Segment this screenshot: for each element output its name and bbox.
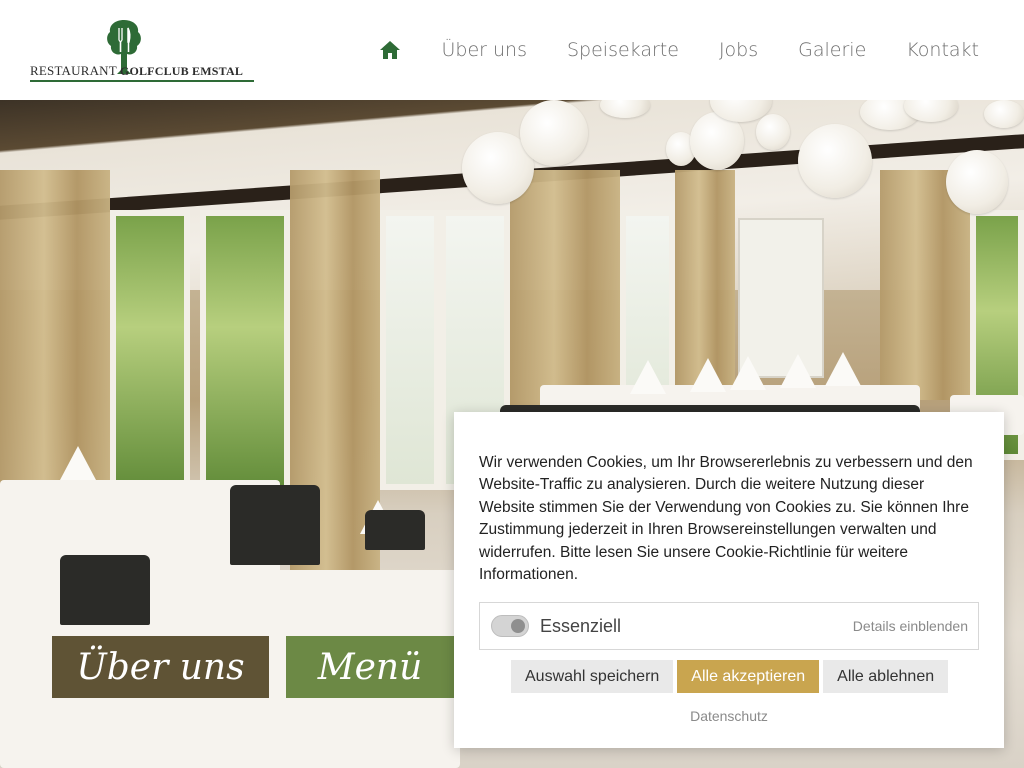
photo-chair [60, 555, 150, 625]
site-header: RESTAURANT GOLFCLUB EMSTAL Über uns Speis… [0, 0, 1024, 100]
cookie-consent-dialog: Wir verwenden Cookies, um Ihr Browsererl… [454, 412, 1004, 748]
photo-napkin [730, 356, 766, 390]
nav-item-galerie[interactable]: Galerie [798, 36, 866, 64]
photo-napkin [825, 352, 861, 386]
accept-all-button[interactable]: Alle akzeptieren [677, 660, 820, 693]
photo-lantern [946, 150, 1008, 214]
reject-all-button[interactable]: Alle ablehnen [823, 660, 949, 693]
photo-napkin [780, 354, 816, 388]
nav-item-kontakt[interactable]: Kontakt [906, 36, 979, 64]
logo-word-restaurant: RESTAURANT [30, 63, 117, 78]
essential-toggle[interactable] [491, 615, 529, 637]
cookie-category-label: Essenziell [540, 616, 622, 636]
photo-napkin [690, 358, 726, 392]
photo-napkin [630, 360, 666, 394]
privacy-policy-link[interactable]: Datenschutz [454, 708, 1004, 724]
save-selection-button[interactable]: Auswahl speichern [511, 660, 674, 693]
hero-menu-button[interactable]: Menü [286, 636, 454, 698]
details-show-link[interactable]: Details einblenden [853, 618, 968, 634]
nav-item-speisekarte[interactable]: Speisekarte [567, 36, 679, 64]
photo-chair [365, 510, 425, 550]
photo-lantern [798, 124, 872, 198]
logo-word-golfclub: GOLFCLUB EMSTAL [119, 64, 244, 78]
home-icon [379, 41, 400, 59]
cookie-category-essential: Essenziell Details einblenden [479, 602, 979, 650]
main-navigation: Über uns Speisekarte Jobs Galerie Kontak… [378, 36, 979, 64]
photo-window [380, 210, 440, 490]
photo-lantern [756, 114, 790, 150]
cookie-button-group: Auswahl speichern Alle akzeptieren Alle … [511, 660, 952, 693]
photo-lantern [520, 100, 588, 166]
nav-home-link[interactable] [378, 38, 402, 62]
hero-about-button[interactable]: Über uns [52, 636, 269, 698]
site-logo[interactable]: RESTAURANT GOLFCLUB EMSTAL [30, 18, 256, 84]
photo-lantern [984, 100, 1024, 128]
photo-chair [230, 485, 320, 565]
photo-window [200, 210, 290, 500]
nav-item-jobs[interactable]: Jobs [719, 36, 758, 64]
photo-window [110, 210, 190, 500]
nav-item-ueber-uns[interactable]: Über uns [442, 36, 528, 64]
toggle-knob [511, 619, 525, 633]
logo-underline [30, 80, 254, 82]
photo-napkin [60, 446, 96, 480]
logo-wordmark: RESTAURANT GOLFCLUB EMSTAL [30, 63, 244, 79]
cookie-consent-text: Wir verwenden Cookies, um Ihr Browsererl… [479, 454, 973, 584]
